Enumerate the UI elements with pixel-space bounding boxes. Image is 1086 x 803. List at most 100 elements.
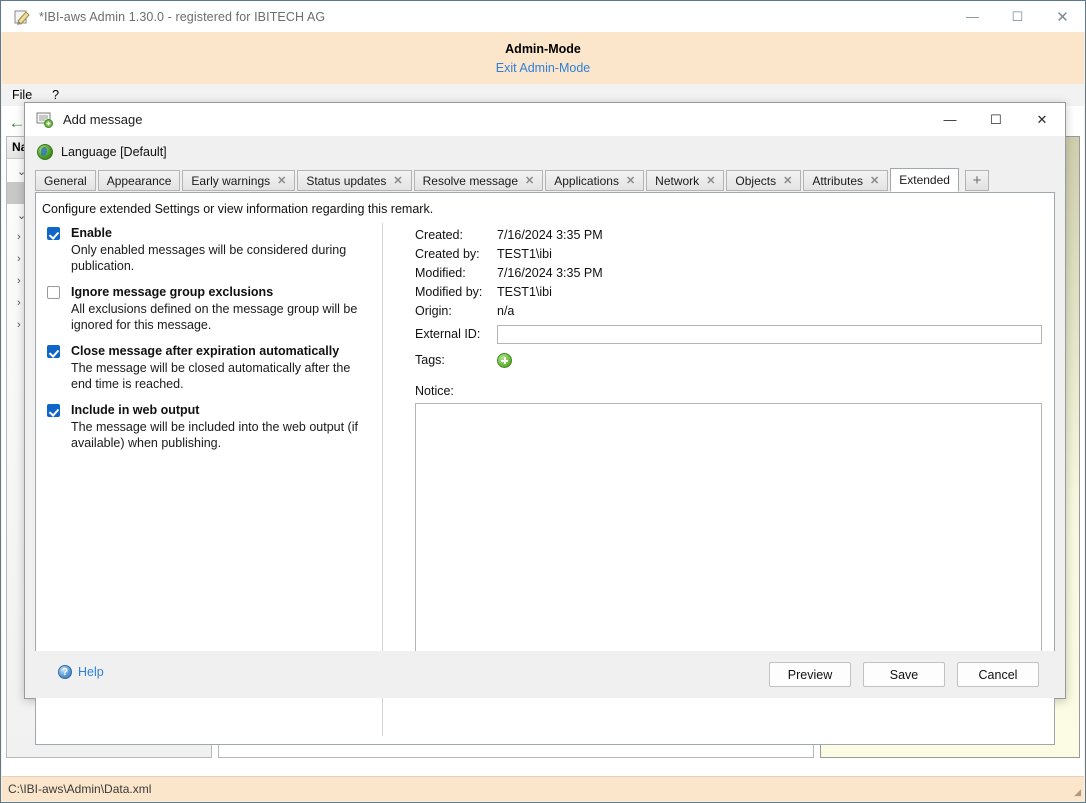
- tab-label: Applications: [554, 174, 619, 188]
- add-tag-icon[interactable]: [497, 353, 512, 368]
- origin-label: Origin:: [415, 304, 497, 318]
- tab-label: Extended: [899, 173, 950, 187]
- tab-label: Network: [655, 174, 699, 188]
- add-message-icon: [36, 112, 54, 128]
- info-row-modified: Modified: 7/16/2024 3:35 PM: [415, 263, 1042, 282]
- notice-textarea[interactable]: [415, 403, 1042, 652]
- resize-grip-icon[interactable]: ◢: [1069, 786, 1081, 798]
- tags-label: Tags:: [415, 353, 497, 367]
- origin-value: n/a: [497, 304, 514, 318]
- tab-attributes[interactable]: Attributes ✕: [803, 170, 888, 191]
- help-link[interactable]: ? Help: [58, 665, 104, 679]
- enable-description: Only enabled messages will be considered…: [71, 243, 371, 274]
- dialog-title: Add message: [63, 112, 143, 127]
- include-in-web-output-checkbox[interactable]: [47, 404, 60, 417]
- dialog-tabstrip: General Appearance Early warnings ✕ Stat…: [35, 169, 1055, 191]
- tab-close-icon[interactable]: ✕: [277, 174, 286, 187]
- tab-general[interactable]: General: [35, 170, 96, 191]
- modified-label: Modified:: [415, 266, 497, 280]
- include-in-web-output-description: The message will be included into the we…: [71, 420, 371, 451]
- tab-network[interactable]: Network ✕: [646, 170, 724, 191]
- external-id-row: External ID:: [415, 322, 1042, 346]
- tab-close-icon[interactable]: ✕: [393, 174, 402, 187]
- notice-label: Notice:: [415, 384, 1042, 398]
- tab-appearance[interactable]: Appearance: [98, 170, 181, 191]
- include-in-web-output-label: Include in web output: [71, 403, 377, 418]
- created-label: Created:: [415, 228, 497, 242]
- tab-close-icon[interactable]: ✕: [870, 174, 879, 187]
- tab-label: Attributes: [812, 174, 863, 188]
- tab-objects[interactable]: Objects ✕: [726, 170, 801, 191]
- modified-by-label: Modified by:: [415, 285, 497, 299]
- tab-label: General: [44, 174, 87, 188]
- tab-close-icon[interactable]: ✕: [706, 174, 715, 187]
- ignore-message-group-exclusions-description: All exclusions defined on the message gr…: [71, 302, 371, 333]
- tab-status-updates[interactable]: Status updates ✕: [297, 170, 411, 191]
- tab-close-icon[interactable]: ✕: [626, 174, 635, 187]
- info-row-origin: Origin: n/a: [415, 301, 1042, 320]
- tab-resolve-message[interactable]: Resolve message ✕: [414, 170, 544, 191]
- enable-label: Enable: [71, 226, 377, 241]
- dialog-maximize-button[interactable]: ☐: [973, 103, 1019, 136]
- dialog-action-buttons: Preview Save Cancel: [757, 662, 1039, 687]
- page-description: Configure extended Settings or view info…: [42, 202, 433, 216]
- tab-extended[interactable]: Extended: [890, 168, 959, 192]
- exit-admin-mode-link[interactable]: Exit Admin-Mode: [2, 56, 1084, 75]
- tab-label: Status updates: [306, 174, 386, 188]
- dialog-minimize-button[interactable]: —: [927, 103, 973, 136]
- created-value: 7/16/2024 3:35 PM: [497, 228, 603, 242]
- language-label[interactable]: Language [Default]: [61, 145, 167, 159]
- ignore-message-group-exclusions-checkbox[interactable]: [47, 286, 60, 299]
- close-message-after-expiration-checkbox[interactable]: [47, 345, 60, 358]
- add-message-dialog: Add message — ☐ ✕ Language [Default] Gen…: [24, 102, 1066, 699]
- screen: *IBI-aws Admin 1.30.0 - registered for I…: [0, 0, 1086, 803]
- tab-close-icon[interactable]: ✕: [525, 174, 534, 187]
- save-button[interactable]: Save: [863, 662, 945, 687]
- created-by-value: TEST1\ibi: [497, 247, 552, 261]
- preview-button[interactable]: Preview: [769, 662, 851, 687]
- main-close-button[interactable]: ✕: [1040, 1, 1085, 32]
- close-message-after-expiration-description: The message will be closed automatically…: [71, 361, 371, 392]
- external-id-label: External ID:: [415, 327, 497, 341]
- dialog-close-button[interactable]: ✕: [1019, 103, 1065, 136]
- info-column: Created: 7/16/2024 3:35 PM Created by: T…: [415, 225, 1042, 652]
- options-column: Enable Only enabled messages will be con…: [47, 226, 377, 462]
- info-row-modified-by: Modified by: TEST1\ibi: [415, 282, 1042, 301]
- main-window-controls: — ☐ ✕: [950, 1, 1085, 32]
- main-maximize-button[interactable]: ☐: [995, 1, 1040, 32]
- info-row-created: Created: 7/16/2024 3:35 PM: [415, 225, 1042, 244]
- admin-mode-banner: Admin-Mode Exit Admin-Mode: [2, 32, 1084, 84]
- dialog-footer: ? Help Preview Save Cancel: [25, 651, 1065, 698]
- option-ignore-message-group-exclusions: Ignore message group exclusions All excl…: [47, 285, 377, 333]
- help-icon: ?: [58, 665, 72, 679]
- enable-checkbox[interactable]: [47, 227, 60, 240]
- add-tab-button[interactable]: +: [965, 170, 989, 191]
- tab-label: Early warnings: [191, 174, 270, 188]
- status-file-path: C:\IBI-aws\Admin\Data.xml: [8, 782, 151, 796]
- main-titlebar: *IBI-aws Admin 1.30.0 - registered for I…: [1, 1, 1085, 32]
- help-label: Help: [78, 665, 104, 679]
- admin-mode-title: Admin-Mode: [2, 32, 1084, 56]
- external-id-input[interactable]: [497, 325, 1042, 344]
- dialog-window-controls: — ☐ ✕: [927, 103, 1065, 136]
- tags-row: Tags:: [415, 348, 1042, 372]
- main-title: *IBI-aws Admin 1.30.0 - registered for I…: [39, 10, 325, 24]
- modified-value: 7/16/2024 3:35 PM: [497, 266, 603, 280]
- globe-icon: [37, 144, 53, 160]
- tab-early-warnings[interactable]: Early warnings ✕: [182, 170, 295, 191]
- dialog-titlebar: Add message — ☐ ✕: [25, 103, 1065, 136]
- pen-document-icon: [13, 8, 31, 26]
- main-minimize-button[interactable]: —: [950, 1, 995, 32]
- tab-label: Objects: [735, 174, 776, 188]
- option-enable: Enable Only enabled messages will be con…: [47, 226, 377, 274]
- status-bar: C:\IBI-aws\Admin\Data.xml ◢: [2, 776, 1084, 801]
- close-message-after-expiration-label: Close message after expiration automatic…: [71, 344, 377, 359]
- tab-close-icon[interactable]: ✕: [783, 174, 792, 187]
- tab-label: Appearance: [107, 174, 172, 188]
- created-by-label: Created by:: [415, 247, 497, 261]
- tab-label: Resolve message: [423, 174, 518, 188]
- cancel-button[interactable]: Cancel: [957, 662, 1039, 687]
- ignore-message-group-exclusions-label: Ignore message group exclusions: [71, 285, 377, 300]
- tab-applications[interactable]: Applications ✕: [545, 170, 644, 191]
- option-include-in-web-output: Include in web output The message will b…: [47, 403, 377, 451]
